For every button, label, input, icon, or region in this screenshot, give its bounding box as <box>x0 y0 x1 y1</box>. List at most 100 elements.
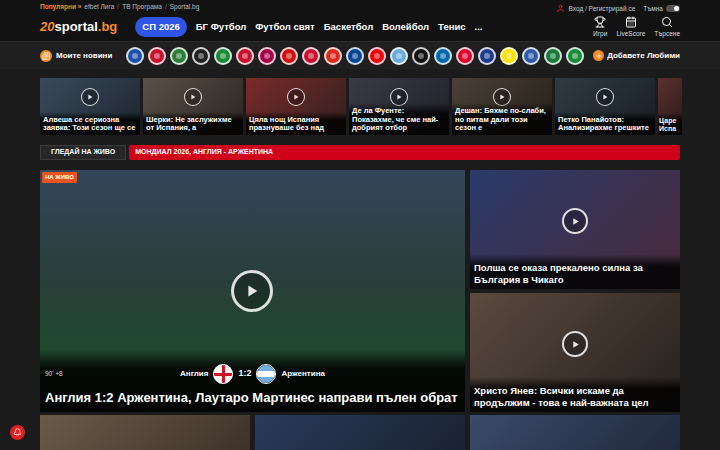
more-stories <box>0 415 720 450</box>
live-event[interactable]: МОНДИАЛ 2026, АНГЛИЯ - АРЖЕНТИНА <box>129 145 680 160</box>
my-news[interactable]: Моите новини <box>40 50 112 62</box>
play-triangle-icon <box>395 93 403 101</box>
story-card[interactable] <box>40 415 250 450</box>
plus-icon <box>595 52 603 60</box>
live-label[interactable]: ГЛЕДАЙ НА ЖИВО <box>40 145 126 160</box>
thumbnail-title: Петко Панайотов: Анализирахме грешките <box>555 112 655 135</box>
thumbnail-card[interactable]: Цяла нощ Испания празнуваше без над <box>246 78 346 135</box>
nav-item[interactable]: БГ Футбол <box>196 20 246 34</box>
search-icon <box>661 16 673 28</box>
team-logo-icon[interactable] <box>346 47 364 65</box>
team-logo-icon[interactable] <box>390 47 408 65</box>
popular-link[interactable]: Sportal.bg <box>170 2 200 12</box>
thumbnail-card[interactable]: Дешан: Бяхме по-слаби, но питам дали тоз… <box>452 78 552 135</box>
popular-links: Популярни »efbet Лига/ТВ Програма/Sporta… <box>40 2 199 12</box>
main-nav: 20sportal.bg СП 2026 БГ Футбол Футбол свят Б… <box>40 13 680 41</box>
team-logo-icon[interactable] <box>170 47 188 65</box>
thumbnail-card[interactable]: Царе Испа <box>658 78 682 135</box>
logo[interactable]: 20sportal.bg <box>40 17 117 37</box>
team-logo-icon[interactable] <box>500 47 518 65</box>
play-icon[interactable] <box>231 270 273 312</box>
team-logo-icon[interactable] <box>280 47 298 65</box>
tool-button[interactable]: LiveScore <box>616 16 645 39</box>
story-card[interactable] <box>470 415 680 450</box>
side-story[interactable]: Полша се оказа прекалено силна за Българ… <box>470 170 680 289</box>
play-icon[interactable] <box>596 88 614 106</box>
match-minute: 90' +8 <box>45 369 105 379</box>
news-icon <box>42 52 50 60</box>
play-icon[interactable] <box>81 88 99 106</box>
play-triangle-icon <box>498 93 506 101</box>
theme-toggle[interactable]: Тъмна <box>643 4 680 14</box>
featured-story[interactable]: НА ЖИВО90' +8Англия1:2АржентинаАнглия 1:… <box>40 170 465 412</box>
nav-item[interactable]: Футбол свят <box>255 20 314 34</box>
add-favorites[interactable]: Добавете Любими <box>589 50 680 62</box>
side-stories: Полша се оказа прекалено силна за Българ… <box>470 170 680 412</box>
featured-title: Англия 1:2 Аржентина, Лаутаро Мартинес н… <box>45 390 460 406</box>
page: Популярни »efbet Лига/ТВ Програма/Sporta… <box>0 0 720 450</box>
thumbnail-title: Царе Испа <box>658 113 682 135</box>
team-logo-icon[interactable] <box>478 47 496 65</box>
nav-item[interactable]: СП 2026 <box>135 17 186 37</box>
thumbnail-card[interactable]: Алвеша се сериозна заявка: Този сезон ще… <box>40 78 140 135</box>
team-logo-icon[interactable] <box>324 47 342 65</box>
popular-link[interactable]: efbet Лига <box>84 2 114 12</box>
team-list <box>126 47 584 65</box>
story-card[interactable] <box>255 415 465 450</box>
thumbnail-strip: Алвеша се сериозна заявка: Този сезон ще… <box>0 69 720 135</box>
header: Популярни »efbet Лига/ТВ Програма/Sporta… <box>0 0 720 41</box>
team-logo-icon[interactable] <box>214 47 232 65</box>
argentina-flag-icon <box>256 364 276 384</box>
team-logo-icon[interactable] <box>368 47 386 65</box>
thumbnail-card[interactable]: Де ла Фуенте: Показахме, че сме най-добр… <box>349 78 449 135</box>
popular-label: Популярни » <box>40 2 81 12</box>
play-triangle-icon <box>189 93 197 101</box>
team-logo-icon[interactable] <box>456 47 474 65</box>
team-logo-icon[interactable] <box>566 47 584 65</box>
user-icon <box>556 4 565 13</box>
play-icon[interactable] <box>287 88 305 106</box>
team-logo-icon[interactable] <box>148 47 166 65</box>
favorites-bar: Моите новини Добавете Любими <box>0 41 720 69</box>
thumbnail-card[interactable]: Шерки: Не заслужихме от Испания, а <box>143 78 243 135</box>
score: 1:2 <box>238 367 251 381</box>
team-logo-icon[interactable] <box>544 47 562 65</box>
play-triangle-icon <box>243 282 261 300</box>
team-logo-icon[interactable] <box>258 47 276 65</box>
tool-button[interactable]: Търсене <box>654 16 680 39</box>
play-triangle-icon <box>86 93 94 101</box>
play-triangle-icon <box>570 339 581 350</box>
thumbnail-card[interactable]: Петко Панайотов: Анализирахме грешките <box>555 78 655 135</box>
live-badge: НА ЖИВО <box>42 172 77 183</box>
nav-item[interactable]: Волейбол <box>382 20 429 34</box>
nav-item[interactable]: ... <box>475 20 483 34</box>
team-logo-icon[interactable] <box>434 47 452 65</box>
side-story[interactable]: Христо Янев: Всички искаме да продължим … <box>470 293 680 412</box>
play-triangle-icon <box>601 93 609 101</box>
team-logo-icon[interactable] <box>522 47 540 65</box>
nav-item[interactable]: Баскетбол <box>324 20 373 34</box>
home-team: Англия <box>180 368 208 380</box>
play-icon[interactable] <box>184 88 202 106</box>
team-logo-icon[interactable] <box>126 47 144 65</box>
side-story-title: Полша се оказа прекалено силна за Българ… <box>470 254 680 289</box>
top-strip: Популярни »efbet Лига/ТВ Програма/Sporta… <box>40 0 680 13</box>
thumbnail-title: Алвеша се сериозна заявка: Този сезон ще… <box>40 112 140 135</box>
live-bar: ГЛЕДАЙ НА ЖИВОМОНДИАЛ 2026, АНГЛИЯ - АРЖ… <box>0 145 720 160</box>
main-section: НА ЖИВО90' +8Англия1:2АржентинаАнглия 1:… <box>0 170 720 412</box>
team-logo-icon[interactable] <box>302 47 320 65</box>
popular-link[interactable]: ТВ Програма <box>122 2 162 12</box>
notification-button[interactable] <box>10 425 25 440</box>
nav-item[interactable]: Тенис <box>438 20 465 34</box>
play-triangle-icon <box>570 216 581 227</box>
play-icon[interactable] <box>562 208 588 234</box>
login-link[interactable]: Вход / Регистрирай се <box>556 4 635 14</box>
score-row: 90' +8Англия1:2Аржентина <box>45 364 460 384</box>
play-icon[interactable] <box>562 331 588 357</box>
thumbnail-title: Де ла Фуенте: Показахме, че сме най-добр… <box>349 103 449 135</box>
team-logo-icon[interactable] <box>236 47 254 65</box>
team-logo-icon[interactable] <box>192 47 210 65</box>
team-logo-icon[interactable] <box>412 47 430 65</box>
tool-button[interactable]: Игри <box>593 16 607 39</box>
thumbnail-title: Дешан: Бяхме по-слаби, но питам дали тоз… <box>452 103 552 135</box>
